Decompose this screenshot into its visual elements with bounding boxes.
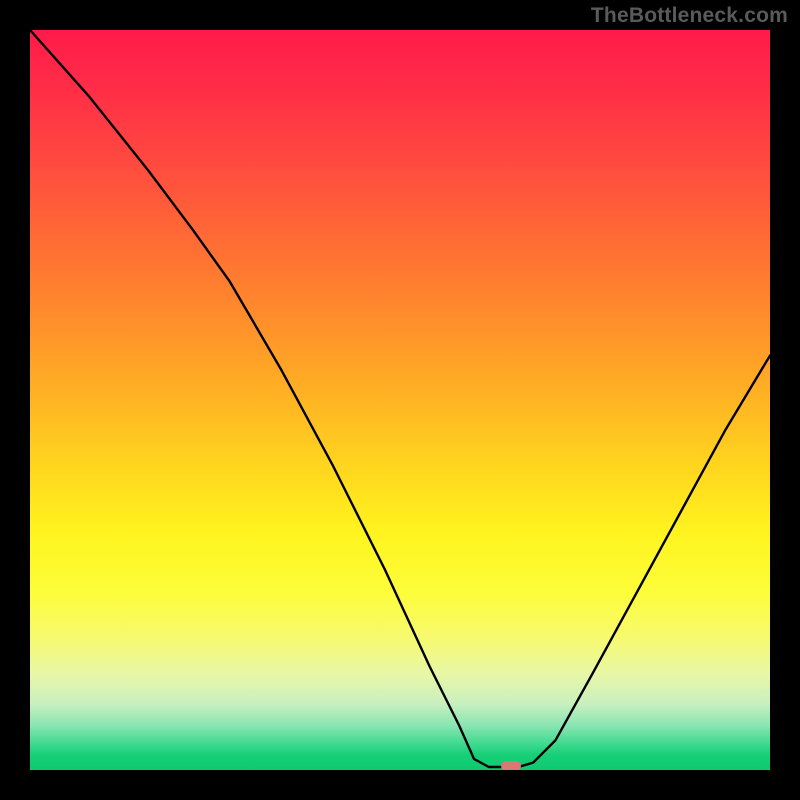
watermark-text: TheBottleneck.com: [591, 4, 788, 28]
optimal-marker: [501, 761, 521, 770]
plot-area: [30, 30, 770, 770]
curve-path: [30, 30, 770, 767]
bottleneck-curve: [30, 30, 770, 770]
chart-frame: TheBottleneck.com: [0, 0, 800, 800]
